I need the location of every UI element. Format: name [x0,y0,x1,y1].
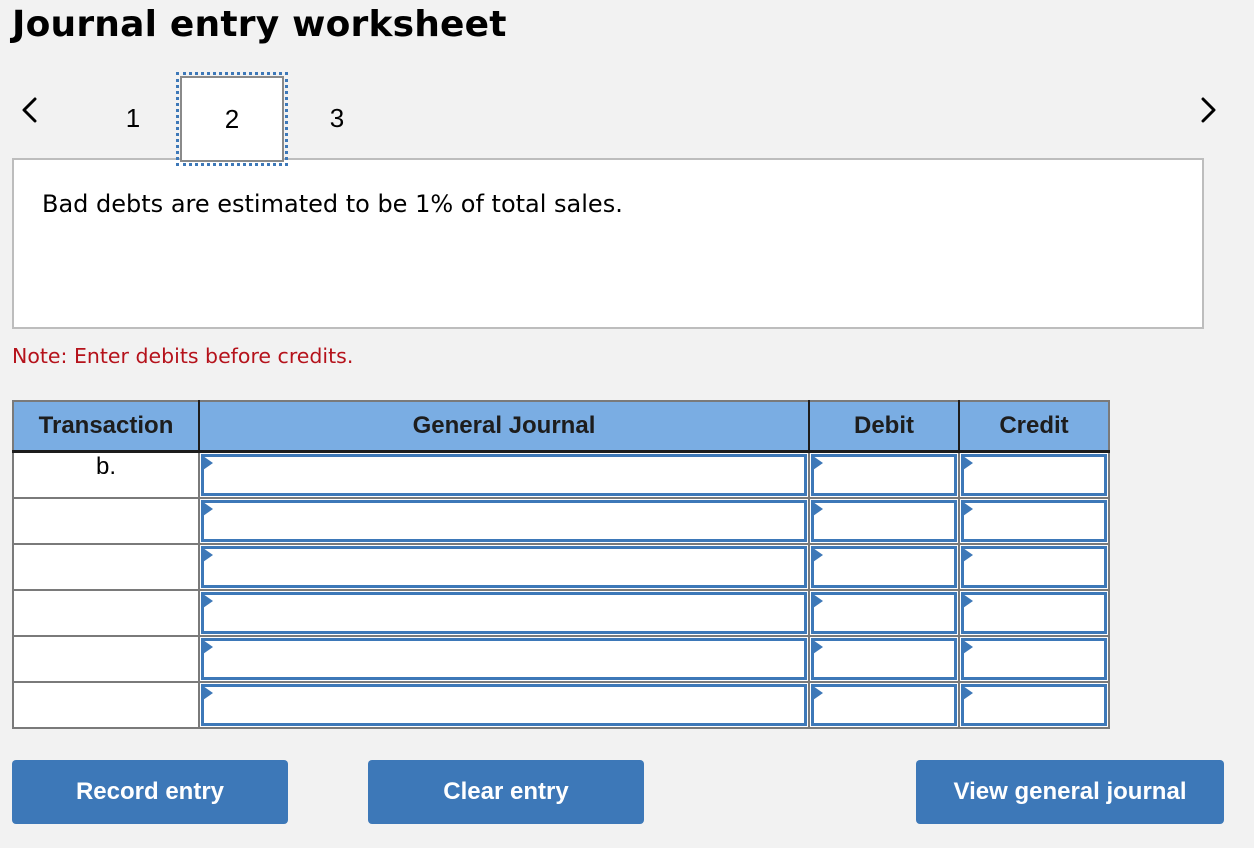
transaction-cell [12,589,200,637]
credit-input[interactable] [961,592,1107,634]
credit-input[interactable] [961,638,1107,680]
page-title: Journal entry worksheet [12,4,507,45]
account-input[interactable] [201,500,807,542]
account-cell [198,681,810,729]
header-general-journal: General Journal [199,401,810,453]
tab-2-active[interactable]: 2 [176,72,288,166]
debit-cell [808,497,960,545]
account-cell [198,450,810,499]
credit-input[interactable] [961,684,1107,726]
transaction-cell [12,681,200,729]
transaction-cell [12,635,200,683]
table-row [12,635,1110,683]
debit-cell [808,450,960,499]
header-transaction: Transaction [13,401,200,453]
account-cell [198,497,810,545]
account-input[interactable] [201,684,807,726]
previous-button[interactable] [14,92,44,128]
account-cell [198,589,810,637]
account-input[interactable] [201,638,807,680]
credit-cell [958,450,1110,499]
credit-input[interactable] [961,454,1107,496]
credit-cell [958,543,1110,591]
question-text: Bad debts are estimated to be 1% of tota… [42,190,623,218]
credit-input[interactable] [961,546,1107,588]
header-credit: Credit [959,401,1109,453]
debit-cell [808,589,960,637]
chevron-left-icon [22,97,37,123]
tab-1[interactable]: 1 [98,78,168,158]
table-header-row: Transaction General Journal Debit Credit [13,401,1109,453]
debit-input[interactable] [811,500,957,542]
clear-entry-button[interactable]: Clear entry [368,760,644,824]
question-panel: Bad debts are estimated to be 1% of tota… [12,158,1204,329]
debit-input[interactable] [811,546,957,588]
account-cell [198,543,810,591]
next-button[interactable] [1194,92,1224,128]
debit-cell [808,543,960,591]
table-row [12,589,1110,637]
tab-3[interactable]: 3 [302,78,372,158]
table-row [12,681,1110,729]
header-debit: Debit [809,401,960,453]
account-cell [198,635,810,683]
debit-input[interactable] [811,638,957,680]
table-row: b. [12,450,1110,499]
debit-cell [808,681,960,729]
account-input[interactable] [201,454,807,496]
debit-cell [808,635,960,683]
chevron-right-icon [1201,97,1216,123]
transaction-cell [12,543,200,591]
credit-cell [958,681,1110,729]
debit-input[interactable] [811,454,957,496]
credit-cell [958,497,1110,545]
journal-entry-table: Transaction General Journal Debit Credit… [12,400,1110,729]
transaction-cell [12,497,200,545]
debit-input[interactable] [811,592,957,634]
table-row [12,497,1110,545]
account-input[interactable] [201,592,807,634]
transaction-cell: b. [12,450,200,499]
record-entry-button[interactable]: Record entry [12,760,288,824]
credit-cell [958,635,1110,683]
account-input[interactable] [201,546,807,588]
credit-cell [958,589,1110,637]
credit-input[interactable] [961,500,1107,542]
table-row [12,543,1110,591]
debit-input[interactable] [811,684,957,726]
note-text: Note: Enter debits before credits. [12,344,354,368]
view-general-journal-button[interactable]: View general journal [916,760,1224,824]
